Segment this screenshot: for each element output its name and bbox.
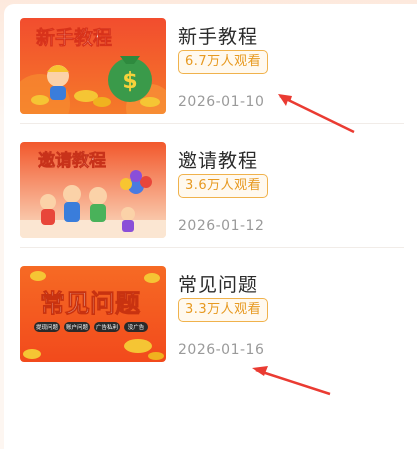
video-thumbnail-beginner[interactable]: $ 新手教程	[20, 18, 166, 114]
divider	[20, 247, 404, 248]
view-count-badge: 6.7万人观看	[178, 50, 269, 74]
video-thumbnail-faq[interactable]: 常见问题 提现问题 账户问题 广告私利 没广告	[20, 266, 166, 362]
svg-text:常见问题: 常见问题	[40, 289, 140, 318]
tutorial-list-card: $ 新手教程 新手教程 6.7万人观看 2026-01-10 邀请教程 邀请教程…	[4, 4, 417, 449]
list-item[interactable]: $ 新手教程 新手教程 6.7万人观看 2026-01-10	[20, 18, 404, 124]
view-count-badge: 3.3万人观看	[178, 298, 269, 322]
list-item[interactable]: 常见问题 提现问题 账户问题 广告私利 没广告 常见问题 3.3万人观看 202…	[20, 266, 404, 362]
svg-text:邀请教程: 邀请教程	[38, 150, 106, 171]
svg-text:提现问题: 提现问题	[36, 323, 59, 331]
publish-date: 2026-01-12	[178, 218, 265, 234]
item-title[interactable]: 常见问题	[178, 270, 258, 297]
list-item[interactable]: 邀请教程 邀请教程 3.6万人观看 2026-01-12	[20, 142, 404, 248]
publish-date: 2026-01-16	[178, 342, 265, 358]
view-count-badge: 3.6万人观看	[178, 174, 269, 198]
svg-text:账户问题: 账户问题	[66, 323, 89, 331]
item-title[interactable]: 新手教程	[178, 22, 258, 49]
publish-date: 2026-01-10	[178, 94, 265, 110]
svg-text:广告私利: 广告私利	[96, 323, 118, 331]
svg-text:没广告: 没广告	[128, 323, 145, 331]
divider	[20, 123, 404, 124]
cartoon-character-icon	[47, 65, 69, 100]
svg-text:新手教程: 新手教程	[36, 26, 112, 49]
video-thumbnail-invite[interactable]: 邀请教程	[20, 142, 166, 238]
svg-text:$: $	[122, 69, 137, 94]
item-title[interactable]: 邀请教程	[178, 146, 258, 173]
